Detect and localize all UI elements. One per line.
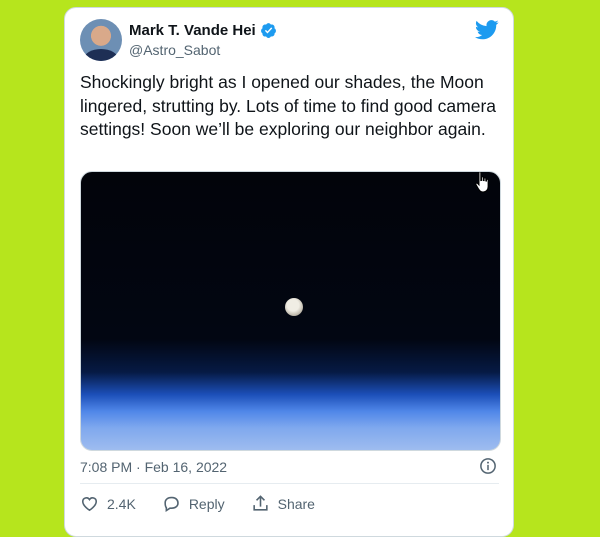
author-row: Mark T. Vande Hei bbox=[129, 22, 277, 39]
reply-bubble-icon bbox=[164, 496, 179, 513]
avatar[interactable] bbox=[80, 19, 122, 61]
share-upload-icon bbox=[252, 495, 268, 511]
divider bbox=[80, 483, 499, 484]
heart-icon bbox=[81, 497, 98, 512]
action-bar: 2.4K Reply Share bbox=[80, 494, 341, 513]
tweet-timestamp[interactable]: 7:08 PM · Feb 16, 2022 bbox=[80, 459, 227, 475]
share-label: Share bbox=[277, 495, 315, 512]
share-button[interactable]: Share bbox=[251, 494, 315, 513]
verified-badge-icon bbox=[260, 23, 276, 38]
tweet-card: Mark T. Vande Hei @Astro_Sabot Shockingl… bbox=[64, 7, 514, 537]
tweet-text: Shockingly bright as I opened our shades… bbox=[80, 72, 497, 139]
tweet-photo[interactable] bbox=[80, 171, 501, 451]
author-handle[interactable]: @Astro_Sabot bbox=[129, 42, 220, 58]
info-icon[interactable] bbox=[479, 457, 497, 475]
reply-button[interactable]: Reply bbox=[162, 494, 225, 513]
like-count: 2.4K bbox=[107, 495, 136, 512]
twitter-bird-icon[interactable] bbox=[475, 20, 499, 40]
moon bbox=[285, 298, 303, 316]
avatar-shoulders bbox=[84, 49, 118, 61]
author-name[interactable]: Mark T. Vande Hei bbox=[129, 22, 256, 39]
hand-pointer-cursor-icon bbox=[475, 172, 489, 193]
like-button[interactable]: 2.4K bbox=[80, 494, 136, 513]
reply-label: Reply bbox=[188, 495, 225, 512]
